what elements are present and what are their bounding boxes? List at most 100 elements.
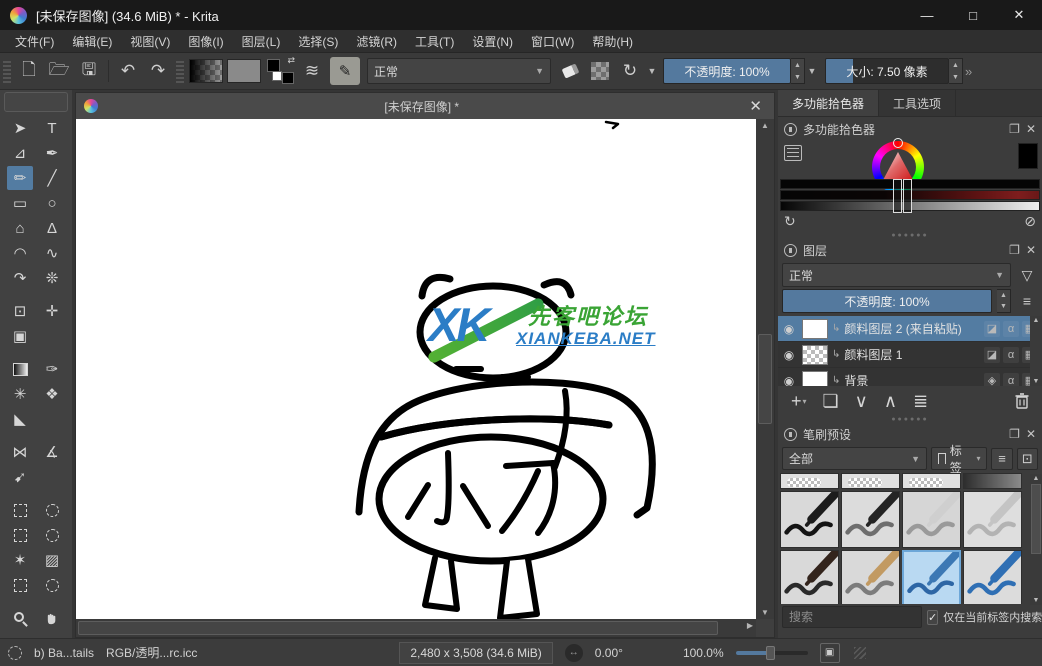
layer-opacity-spinner[interactable]: ▲ ▼ xyxy=(997,289,1011,313)
brush-size-slider[interactable]: 大小: 7.50 像素 xyxy=(825,58,949,84)
reload-preset-button[interactable]: ↻ xyxy=(615,57,645,85)
panel-lock-icon[interactable] xyxy=(784,243,797,257)
color-selector-settings-icon[interactable] xyxy=(784,145,802,161)
layer-options-icon[interactable]: ≡ xyxy=(1016,293,1038,309)
layer-visibility-icon[interactable]: ◉ xyxy=(780,322,798,336)
layer-lock-icon[interactable]: ◪ xyxy=(984,320,1000,337)
vscroll-thumb[interactable] xyxy=(758,334,772,424)
layer-thumbnail[interactable] xyxy=(802,344,828,365)
layer-lock-icon[interactable]: ◈ xyxy=(984,372,1000,386)
canvas-vertical-scrollbar[interactable]: ▲ ▼ xyxy=(756,119,774,619)
layer-opacity-slider[interactable]: 不透明度: 100% xyxy=(782,289,992,313)
fill-tool-tool-button[interactable]: ◣ xyxy=(7,407,33,431)
brush-preset-watercolor-blue[interactable] xyxy=(902,550,961,604)
filter-layers-icon[interactable]: ▽ xyxy=(1016,267,1038,284)
brush-preset-airbrush-soft[interactable] xyxy=(963,491,1022,548)
ellipse-tool-tool-button[interactable]: ○ xyxy=(39,191,65,215)
multibrush-tool-button[interactable]: ❊ xyxy=(39,266,65,290)
layer-expand-icon[interactable]: ↳ xyxy=(832,323,840,334)
bezier-select-tool-button[interactable] xyxy=(7,573,33,597)
layer-thumbnail[interactable] xyxy=(802,370,828,386)
menu-item-1[interactable]: 编辑(E) xyxy=(63,30,121,53)
brush-preset-partial-2[interactable] xyxy=(902,473,961,489)
menu-item-6[interactable]: 滤镜(R) xyxy=(347,30,406,53)
alpha-lock-icon[interactable]: α xyxy=(1003,346,1019,363)
brush-preset-ink-brush[interactable] xyxy=(841,491,900,548)
close-panel-icon[interactable]: ✕ xyxy=(1026,243,1036,257)
rectangle-tool-tool-button[interactable]: ▭ xyxy=(7,191,33,215)
pattern-preview-button[interactable] xyxy=(227,59,261,83)
magnetic-select-tool-button[interactable] xyxy=(39,573,65,597)
gradient-preview-button[interactable] xyxy=(189,59,223,83)
edit-shapes-tool-button[interactable]: ⊿ xyxy=(7,141,33,165)
brush-preset-partial-1[interactable] xyxy=(841,473,900,489)
rect-select-tool-button[interactable] xyxy=(7,498,33,522)
float-panel-icon[interactable]: ❐ xyxy=(1009,243,1020,257)
hue-ring-handle[interactable] xyxy=(893,138,903,148)
brush-search-input[interactable] xyxy=(782,606,922,628)
choose-brush-preset-button[interactable]: ≋ xyxy=(297,57,327,85)
dock-tab-多功能拾色器[interactable]: 多功能拾色器 xyxy=(778,90,880,116)
edit-brush-settings-button[interactable]: ✎ xyxy=(330,57,360,85)
brush-menu-button[interactable]: ≡ xyxy=(991,447,1013,470)
redo-button[interactable]: ↷ xyxy=(143,57,173,85)
minimize-button[interactable]: — xyxy=(904,0,950,30)
layer-blend-mode-dropdown[interactable]: 正常 ▼ xyxy=(782,263,1011,287)
layer-row-0[interactable]: ◉↳颜料图层 2 (来自粘贴)◪α▦ xyxy=(778,316,1042,342)
toolbar-overflow-icon[interactable]: » xyxy=(965,64,972,79)
menu-item-4[interactable]: 图层(L) xyxy=(233,30,290,53)
brush-preset-ink-pen-white[interactable] xyxy=(902,491,961,548)
layer-expand-icon[interactable]: ↳ xyxy=(832,349,840,360)
toolbar-grip[interactable] xyxy=(3,59,11,83)
layer-lock-icon[interactable]: ◪ xyxy=(984,346,1000,363)
layer-row-2[interactable]: ◉↳背景◈α▦ xyxy=(778,368,1042,386)
move-tool-tool-button[interactable]: ✛ xyxy=(39,299,65,323)
zoom-tool-tool-button[interactable] xyxy=(7,606,33,630)
menu-item-5[interactable]: 选择(S) xyxy=(289,30,347,53)
freehand-select-tool-button[interactable] xyxy=(39,523,65,547)
transform-tool-tool-button[interactable]: ⊡ xyxy=(7,299,33,323)
close-panel-icon[interactable]: ✕ xyxy=(1026,122,1036,136)
alpha-lock-icon[interactable]: α xyxy=(1003,320,1019,337)
rotation-icon[interactable]: ↔ xyxy=(564,643,583,662)
toolbox-header[interactable] xyxy=(4,92,68,112)
text-tool-tool-button[interactable]: T xyxy=(39,116,65,140)
duplicate-layer-button[interactable]: ❏ xyxy=(816,391,846,412)
layer-row-1[interactable]: ◉↳颜料图层 1◪α▦ xyxy=(778,342,1042,368)
tag-button[interactable]: 标签 ▾ xyxy=(931,444,988,475)
layer-list-scrollbar[interactable]: ▲ ▼ xyxy=(1030,316,1042,386)
layer-expand-icon[interactable]: ↳ xyxy=(832,375,840,386)
menu-item-2[interactable]: 视图(V) xyxy=(121,30,179,53)
smart-patch-tool-button[interactable]: ❖ xyxy=(39,382,65,406)
sv-triangle[interactable] xyxy=(882,152,914,182)
menu-item-9[interactable]: 窗口(W) xyxy=(522,30,583,53)
menu-item-7[interactable]: 工具(T) xyxy=(406,30,463,53)
brush-tag-filter-dropdown[interactable]: 全部 ▼ xyxy=(782,447,928,470)
scroll-down-icon[interactable]: ▼ xyxy=(756,608,774,617)
refresh-icon[interactable]: ↻ xyxy=(784,213,796,230)
brush-view-mode-button[interactable]: ⊡ xyxy=(1016,447,1038,470)
zoom-slider-thumb[interactable] xyxy=(765,645,775,660)
dock-tab-工具选项[interactable]: 工具选项 xyxy=(879,90,957,116)
colorize-mask-tool-button[interactable]: ✳ xyxy=(7,382,33,406)
scroll-up-icon[interactable]: ▲ xyxy=(756,121,774,130)
background-color-swatch[interactable] xyxy=(272,71,282,81)
move-layer-up-button[interactable]: ∧ xyxy=(877,391,904,412)
eraser-mode-button[interactable] xyxy=(555,57,585,85)
ellipse-select-tool-button[interactable] xyxy=(39,498,65,522)
layer-visibility-icon[interactable]: ◉ xyxy=(780,374,798,387)
scroll-right-icon[interactable]: ▶ xyxy=(747,621,753,630)
menu-item-8[interactable]: 设置(N) xyxy=(463,30,522,53)
float-panel-icon[interactable]: ❐ xyxy=(1009,122,1020,136)
layer-properties-button[interactable]: ≣ xyxy=(906,391,935,412)
select-shapes-tool-button[interactable]: ➤ xyxy=(7,116,33,140)
brush-preset-paint-round[interactable] xyxy=(841,550,900,604)
alpha-lock-icon[interactable]: α xyxy=(1003,372,1019,386)
freehand-brush-tool-button[interactable]: ✏ xyxy=(7,166,33,190)
opacity-dropdown-arrow[interactable]: ▼ xyxy=(805,66,819,76)
menu-item-0[interactable]: 文件(F) xyxy=(6,30,63,53)
panel-lock-icon[interactable] xyxy=(784,122,797,136)
blending-mode-dropdown[interactable]: 正常 ▼ xyxy=(367,58,551,84)
brush-preset-partial-0[interactable] xyxy=(780,473,839,489)
assistants-tool-tool-button[interactable]: ⋈ xyxy=(7,440,33,464)
